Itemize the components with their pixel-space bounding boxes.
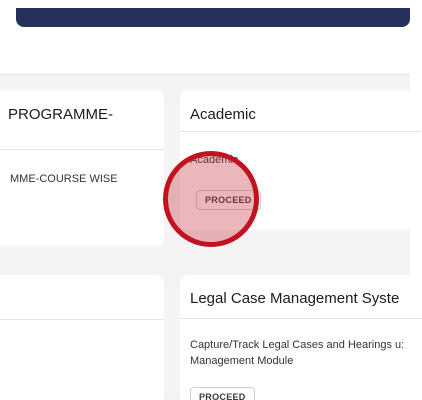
click-highlight-circle	[163, 151, 259, 247]
card-title: Academic	[190, 106, 256, 123]
card-divider	[180, 318, 422, 319]
module-card-legal-case[interactable]: Legal Case Management Syste Capture/Trac…	[180, 275, 422, 400]
card-divider	[0, 319, 164, 320]
module-card-blank[interactable]	[0, 275, 164, 400]
card-title: Legal Case Management Syste	[190, 290, 400, 307]
card-divider	[0, 149, 164, 150]
card-divider	[180, 131, 420, 132]
card-description: MME-COURSE WISE	[10, 173, 118, 185]
proceed-button[interactable]: PROCEED	[190, 387, 255, 400]
card-description: Capture/Track Legal Cases and Hearings u…	[190, 339, 405, 367]
module-card-programme[interactable]: PROGRAMME- MME-COURSE WISE	[0, 90, 164, 246]
top-navigation-bar	[16, 8, 410, 27]
card-title: PROGRAMME-	[8, 106, 113, 123]
